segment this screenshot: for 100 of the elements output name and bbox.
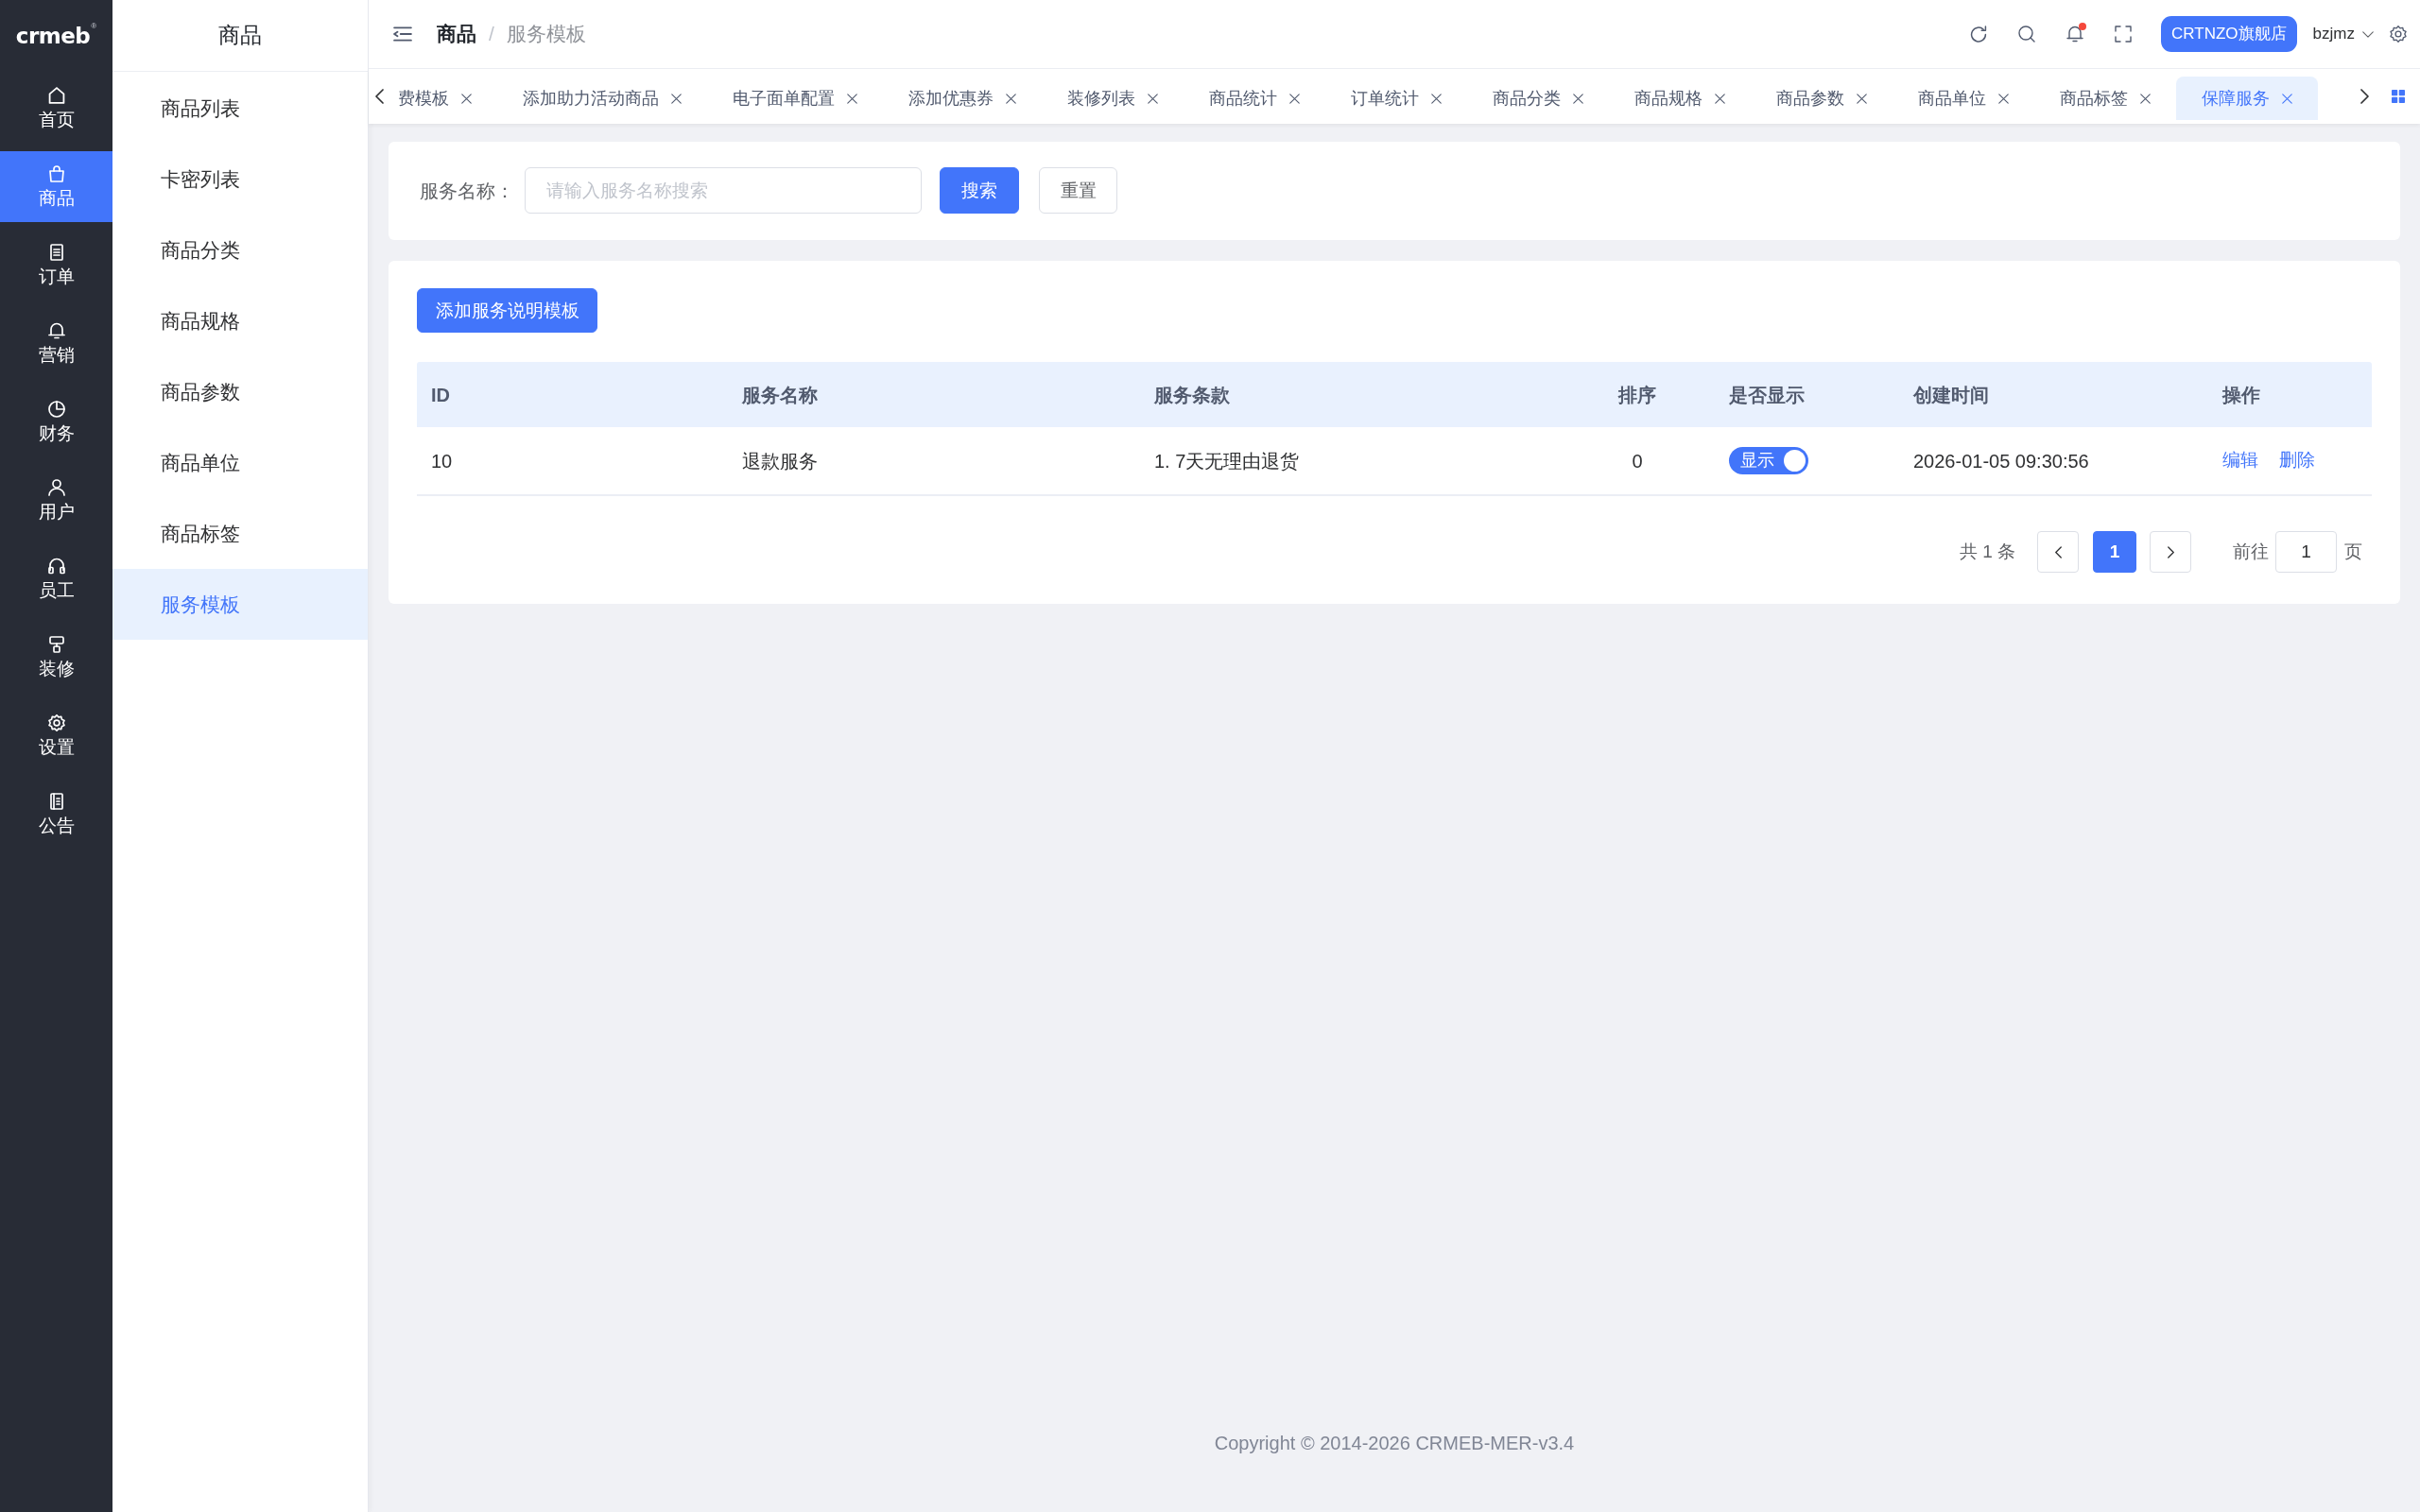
submenu-item[interactable]: 商品列表 xyxy=(112,73,368,144)
chevron-left-icon[interactable] xyxy=(375,89,384,104)
store-button[interactable]: CRTNZO旗舰店 xyxy=(2161,16,2297,52)
document-icon xyxy=(47,243,65,261)
column-header: 是否显示 xyxy=(1728,383,1805,407)
document-icon xyxy=(47,792,65,810)
tab[interactable]: 添加优惠券 xyxy=(883,77,1042,120)
tab[interactable]: 保障服务 xyxy=(2176,77,2318,120)
table-cell-text: 2026-01-05 09:30:56 xyxy=(1912,449,2089,473)
tab[interactable]: 电子面单配置 xyxy=(707,77,883,120)
page-button[interactable]: 1 xyxy=(2093,531,2136,573)
close-icon[interactable] xyxy=(1573,93,1583,104)
column-header: 服务条款 xyxy=(1152,383,1230,407)
delete-link[interactable]: 删除 xyxy=(2279,447,2315,474)
close-icon[interactable] xyxy=(1998,93,2009,104)
search-icon[interactable] xyxy=(2018,26,2036,43)
close-icon[interactable] xyxy=(1715,93,1725,104)
user-menu[interactable]: bzjmz xyxy=(2312,22,2374,46)
settings-icon[interactable] xyxy=(2390,26,2407,43)
copyright-text: Copyright © 2014-2026 CRMEB-MER-v3.4 xyxy=(1214,1432,1575,1455)
panel-title: 商品 xyxy=(112,0,368,72)
nav-item[interactable]: 员工 xyxy=(0,543,112,614)
column-header: ID xyxy=(430,383,450,407)
column-header: 创建时间 xyxy=(1911,383,1989,407)
home-icon xyxy=(47,86,65,104)
goto-label: 前往 xyxy=(2233,540,2269,563)
submenu-item[interactable]: 商品规格 xyxy=(112,285,368,356)
nav-item[interactable]: 用户 xyxy=(0,465,112,536)
breadcrumb-separator: / xyxy=(489,22,494,47)
headset-icon xyxy=(47,557,65,575)
chevron-down-icon xyxy=(2362,30,2374,38)
submenu-item[interactable]: 商品参数 xyxy=(112,356,368,427)
add-button[interactable]: 添加服务说明模板 xyxy=(417,288,597,333)
grid-icon[interactable] xyxy=(2392,90,2405,103)
tab[interactable]: 商品参数 xyxy=(1751,77,1893,120)
search-field[interactable]: 请输入服务名称搜索 xyxy=(525,167,922,214)
user-icon xyxy=(47,478,65,496)
submenu-item[interactable]: 商品标签 xyxy=(112,498,368,569)
nav-item[interactable]: 公告 xyxy=(0,779,112,850)
close-icon[interactable] xyxy=(1006,93,1016,104)
column-header: 服务名称 xyxy=(740,383,818,407)
field-label: 服务名称： xyxy=(420,179,514,203)
submenu-item[interactable]: 卡密列表 xyxy=(112,144,368,215)
nav-item[interactable]: 商品 xyxy=(0,151,112,222)
edit-link[interactable]: 编辑 xyxy=(2222,447,2258,474)
gear-icon xyxy=(47,713,65,731)
chevron-right-icon[interactable] xyxy=(2360,89,2369,104)
tab[interactable]: 商品规格 xyxy=(1609,77,1751,120)
close-icon[interactable] xyxy=(1148,93,1158,104)
shopping-bag-icon xyxy=(47,164,65,182)
close-icon[interactable] xyxy=(461,93,472,104)
pie-chart-icon xyxy=(47,400,65,418)
nav-item[interactable]: 设置 xyxy=(0,700,112,771)
fullscreen-icon[interactable] xyxy=(2115,26,2133,43)
submenu-item[interactable]: 服务模板 xyxy=(112,569,368,640)
bell-icon xyxy=(47,321,65,339)
tab[interactable]: 添加助力活动商品 xyxy=(497,77,707,120)
nav-item[interactable]: 订单 xyxy=(0,230,112,301)
page-suffix: 页 xyxy=(2344,540,2362,563)
close-icon[interactable] xyxy=(847,93,857,104)
close-icon[interactable] xyxy=(2140,93,2151,104)
tab[interactable]: 商品单位 xyxy=(1893,77,2034,120)
submenu-item[interactable]: 商品单位 xyxy=(112,427,368,498)
chevron-right-icon xyxy=(2167,545,2174,558)
tab[interactable]: 装修列表 xyxy=(1042,77,1184,120)
nav-item[interactable]: 财务 xyxy=(0,387,112,457)
nav-item[interactable]: 装修 xyxy=(0,622,112,693)
close-icon[interactable] xyxy=(671,93,682,104)
table-cell-text: 退款服务 xyxy=(741,449,818,473)
table-cell-text: 10 xyxy=(430,449,453,473)
tab[interactable]: 商品统计 xyxy=(1184,77,1325,120)
paint-roller-icon xyxy=(47,635,65,653)
breadcrumb-current: 服务模板 xyxy=(506,22,586,47)
table-cell-text: 0 xyxy=(1632,449,1643,473)
refresh-icon[interactable] xyxy=(1970,26,1988,43)
close-icon[interactable] xyxy=(1289,93,1300,104)
close-icon[interactable] xyxy=(1431,93,1442,104)
nav-item[interactable]: 首页 xyxy=(0,73,112,144)
close-icon[interactable] xyxy=(1857,93,1867,104)
toggle-switch[interactable]: 显示 xyxy=(1729,447,1808,474)
breadcrumb-link[interactable]: 商品 xyxy=(437,19,476,49)
bell-icon[interactable] xyxy=(2066,26,2084,43)
chevron-left-icon xyxy=(2054,545,2062,558)
search-button[interactable]: 搜索 xyxy=(940,167,1019,214)
tab[interactable]: 商品标签 xyxy=(2034,77,2176,120)
logo: crmeb xyxy=(15,26,91,47)
table-cell-text: 1. 7天无理由退货 xyxy=(1153,449,1300,473)
page-input[interactable]: 1 xyxy=(2275,531,2337,573)
reset-button[interactable]: 重置 xyxy=(1039,167,1117,214)
nav-item[interactable]: 营销 xyxy=(0,308,112,379)
menu-icon[interactable] xyxy=(393,26,412,42)
total-count: 共 1 条 xyxy=(1959,540,2015,563)
tab[interactable]: 商品分类 xyxy=(1467,77,1609,120)
tab[interactable]: 订单统计 xyxy=(1325,77,1467,120)
column-header: 排序 xyxy=(1618,383,1656,407)
close-icon[interactable] xyxy=(2282,93,2292,104)
tab[interactable]: 费模板 xyxy=(391,77,497,120)
registered-mark: ® xyxy=(91,23,97,30)
submenu-item[interactable]: 商品分类 xyxy=(112,215,368,285)
column-header: 操作 xyxy=(2221,383,2260,407)
